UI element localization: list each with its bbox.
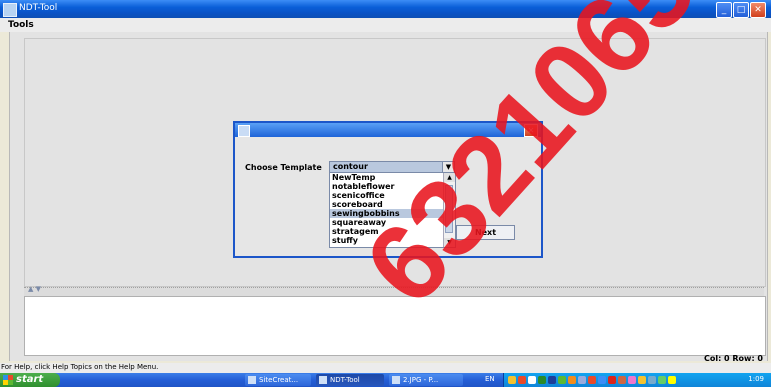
combobox-selected-value: contour: [333, 162, 368, 171]
list-item[interactable]: scoreboard: [330, 200, 444, 209]
windows-logo-icon: [3, 375, 13, 385]
tray-icon[interactable]: [568, 376, 576, 384]
tray-icon[interactable]: [628, 376, 636, 384]
windows-taskbar: start SiteCreat... NDT-Tool 2.JPG - P...…: [0, 373, 771, 387]
list-item[interactable]: NewTemp: [330, 173, 444, 182]
taskbar-item-label: 2.JPG - P...: [403, 376, 439, 384]
minimize-button[interactable]: _: [716, 2, 732, 18]
list-item[interactable]: stratagem: [330, 227, 444, 236]
tray-icon[interactable]: [528, 376, 536, 384]
taskbar-item-ndt-tool[interactable]: NDT-Tool: [316, 374, 384, 386]
list-item-selected[interactable]: sewingbobbins: [330, 209, 444, 218]
choose-template-label: Choose Template: [245, 163, 322, 172]
list-item[interactable]: scenicoffice: [330, 191, 444, 200]
output-panel[interactable]: [24, 296, 766, 356]
start-label: start: [16, 374, 44, 385]
java-icon: [319, 376, 327, 384]
taskbar-item-label: SiteCreat...: [259, 376, 299, 384]
paint-icon: [392, 376, 400, 384]
app-icon: [3, 3, 17, 17]
tray-icon[interactable]: [618, 376, 626, 384]
tray-icon[interactable]: [668, 376, 676, 384]
next-button[interactable]: Next: [456, 225, 515, 240]
maximize-button[interactable]: □: [733, 2, 749, 18]
close-button[interactable]: ✕: [750, 2, 766, 18]
tray-icon[interactable]: [508, 376, 516, 384]
help-hint-text: For Help, click Help Topics on the Help …: [1, 363, 159, 371]
tray-icon[interactable]: [638, 376, 646, 384]
quick-launch-area: [63, 373, 239, 387]
app-root: NDT-Tool _ □ ✕ Tools ▲ ▼ Col: 0 Row: 0 ✕…: [0, 0, 771, 387]
clock: 1:09: [748, 375, 764, 383]
template-dropdown-list[interactable]: NewTemp notableflower scenicoffice score…: [329, 172, 456, 248]
taskbar-item-sitecreator[interactable]: SiteCreat...: [245, 374, 311, 386]
system-tray: 1:09: [503, 373, 771, 387]
scroll-up-icon[interactable]: ▲: [444, 173, 455, 182]
list-item[interactable]: notableflower: [330, 182, 444, 191]
tray-icon[interactable]: [518, 376, 526, 384]
dialog-title-bar[interactable]: ✕: [235, 123, 541, 137]
scroll-down-icon[interactable]: ▼: [444, 238, 455, 247]
window-title-bar[interactable]: NDT-Tool _ □ ✕: [0, 0, 771, 18]
window-icon: [248, 376, 256, 384]
list-scrollbar[interactable]: ▲ ▼: [443, 173, 455, 247]
taskbar-item-label: NDT-Tool: [330, 376, 360, 384]
menu-bar: Tools: [0, 18, 771, 32]
tray-icon[interactable]: [578, 376, 586, 384]
tray-icon[interactable]: [598, 376, 606, 384]
splitter-arrows-icon[interactable]: ▲ ▼: [28, 285, 41, 293]
tray-icon[interactable]: [538, 376, 546, 384]
help-status-bar: For Help, click Help Topics on the Help …: [0, 363, 771, 373]
tray-icon[interactable]: [658, 376, 666, 384]
tray-icon[interactable]: [608, 376, 616, 384]
language-indicator[interactable]: EN: [485, 375, 495, 383]
tray-icon[interactable]: [548, 376, 556, 384]
list-item[interactable]: stuffy: [330, 236, 444, 245]
tray-icon[interactable]: [588, 376, 596, 384]
menu-tools[interactable]: Tools: [8, 20, 34, 30]
start-button[interactable]: start: [0, 373, 60, 387]
list-item[interactable]: squareaway: [330, 218, 444, 227]
tray-icon[interactable]: [558, 376, 566, 384]
dialog-close-button[interactable]: ✕: [524, 124, 538, 137]
java-icon: [238, 125, 250, 137]
window-title: NDT-Tool: [19, 3, 58, 13]
cursor-position-status: Col: 0 Row: 0: [703, 354, 763, 363]
scroll-thumb[interactable]: [445, 185, 453, 233]
tray-icon[interactable]: [648, 376, 656, 384]
taskbar-item-paint[interactable]: 2.JPG - P...: [389, 374, 463, 386]
